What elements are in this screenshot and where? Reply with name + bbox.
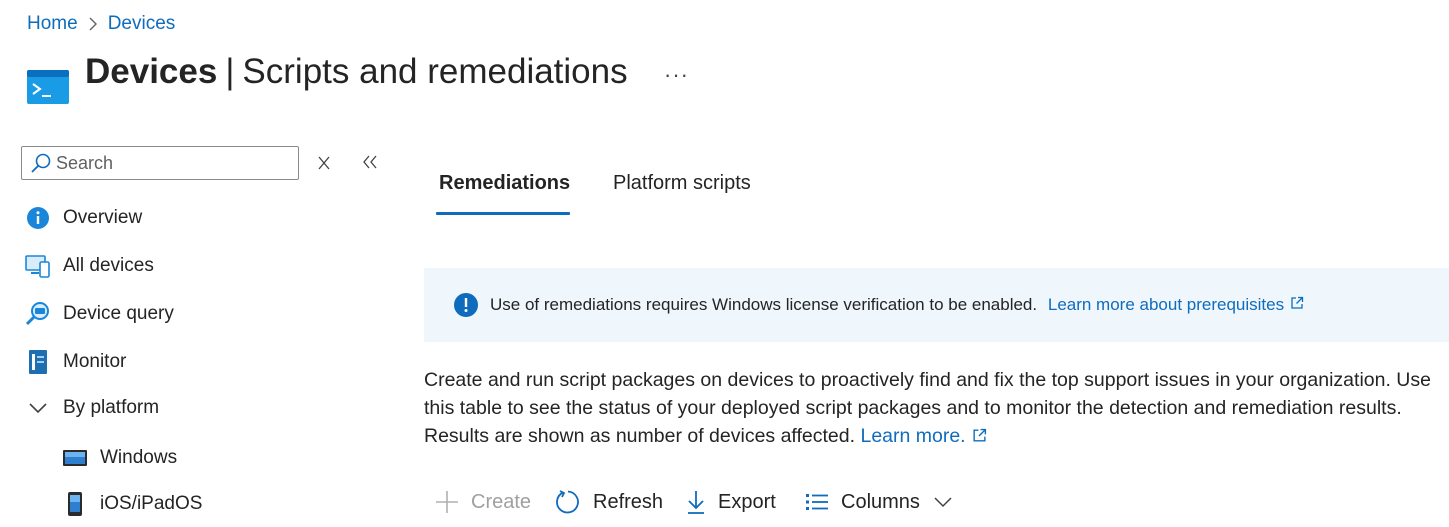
link-label: Learn more.: [860, 425, 966, 447]
page-title-sub: Scripts and remediations: [242, 52, 628, 91]
columns-list-icon: [805, 492, 829, 512]
nav-item-by-platform[interactable]: By platform: [25, 392, 159, 424]
nav-item-label: iOS/iPadOS: [100, 493, 203, 514]
clear-search-button[interactable]: [316, 154, 332, 177]
active-tab-indicator: [436, 212, 570, 215]
collapse-menu-button[interactable]: [361, 154, 379, 175]
breadcrumb-home-link[interactable]: Home: [27, 13, 78, 35]
nav-item-device-query[interactable]: Device query: [25, 298, 174, 330]
ios-device-icon: [62, 491, 88, 517]
page-title-main: Devices: [85, 52, 218, 91]
page-description: Create and run script packages on device…: [424, 366, 1434, 451]
external-link-icon: [972, 423, 987, 451]
learn-more-prerequisites-link[interactable]: Learn more about prerequisites: [1048, 295, 1304, 314]
nav-item-windows[interactable]: Windows: [62, 442, 177, 474]
refresh-button[interactable]: Refresh: [555, 486, 663, 518]
tab-platform-scripts[interactable]: Platform scripts: [613, 172, 751, 195]
chevron-right-icon: [88, 17, 98, 31]
nav-item-label: By platform: [63, 397, 160, 418]
info-icon: [25, 205, 51, 231]
tab-remediations[interactable]: Remediations: [439, 172, 570, 195]
download-icon: [686, 489, 706, 515]
refresh-icon: [555, 489, 581, 515]
columns-label: Columns: [841, 490, 920, 513]
nav-item-label: Device query: [63, 303, 174, 324]
nav-item-label: Overview: [63, 207, 143, 228]
columns-button[interactable]: Columns: [805, 486, 952, 518]
nav-item-label: Monitor: [63, 351, 127, 372]
export-label: Export: [718, 490, 776, 513]
nav-item-all-devices[interactable]: All devices: [25, 250, 154, 282]
banner-text: Use of remediations requires Windows lic…: [490, 294, 1038, 314]
double-chevron-left-icon: [363, 155, 377, 169]
search-icon: [30, 152, 52, 174]
chevron-down-icon: [25, 395, 51, 421]
scripts-icon: [27, 70, 69, 104]
nav-item-label: All devices: [63, 255, 154, 276]
page-title-separator: |: [225, 52, 235, 91]
info-banner: Use of remediations requires Windows lic…: [424, 268, 1449, 342]
create-label: Create: [471, 490, 532, 513]
more-options-button[interactable]: ···: [664, 62, 689, 88]
breadcrumb-devices-link[interactable]: Devices: [108, 13, 176, 35]
nav-item-ios-ipados[interactable]: iOS/iPadOS: [62, 488, 202, 520]
info-alert-icon: [454, 293, 478, 317]
monitor-icon: [25, 349, 51, 375]
device-query-icon: [25, 301, 51, 327]
search-box[interactable]: [21, 146, 299, 180]
nav-item-label: Windows: [100, 447, 178, 468]
windows-device-icon: [62, 445, 88, 471]
chevron-down-icon: [934, 496, 952, 508]
export-button[interactable]: Export: [686, 486, 776, 518]
link-label: Learn more about prerequisites: [1047, 294, 1285, 314]
external-link-icon: [1290, 295, 1304, 315]
nav-item-monitor[interactable]: Monitor: [25, 346, 126, 378]
page-title: Devices | Scripts and remediations: [85, 52, 628, 92]
refresh-label: Refresh: [593, 490, 664, 513]
learn-more-link[interactable]: Learn more.: [860, 425, 986, 447]
clear-icon: [318, 156, 330, 170]
breadcrumb: Home Devices: [27, 13, 175, 35]
search-input[interactable]: [52, 152, 286, 174]
devices-icon: [25, 253, 51, 279]
create-button[interactable]: Create: [435, 486, 531, 518]
add-icon: [435, 490, 459, 514]
nav-item-overview[interactable]: Overview: [25, 202, 142, 234]
